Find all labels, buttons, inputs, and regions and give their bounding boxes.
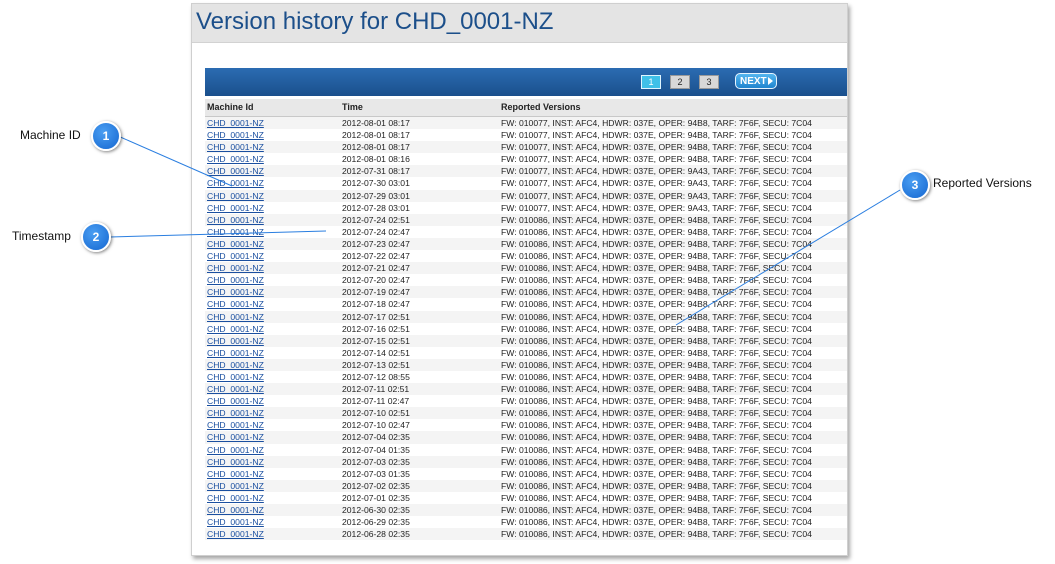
callout-3-line: [675, 189, 901, 326]
callout-connectors: [109, 135, 901, 326]
callout-3-label: Reported Versions: [933, 176, 1032, 190]
callout-1-badge: 1: [91, 121, 121, 151]
callout-2-badge: 2: [81, 222, 111, 252]
callout-3-badge: 3: [900, 170, 930, 200]
callout-1-line: [117, 135, 233, 187]
callout-2-label: Timestamp: [12, 229, 71, 243]
callout-1-label: Machine ID: [20, 128, 81, 142]
callout-2-line: [109, 230, 327, 238]
